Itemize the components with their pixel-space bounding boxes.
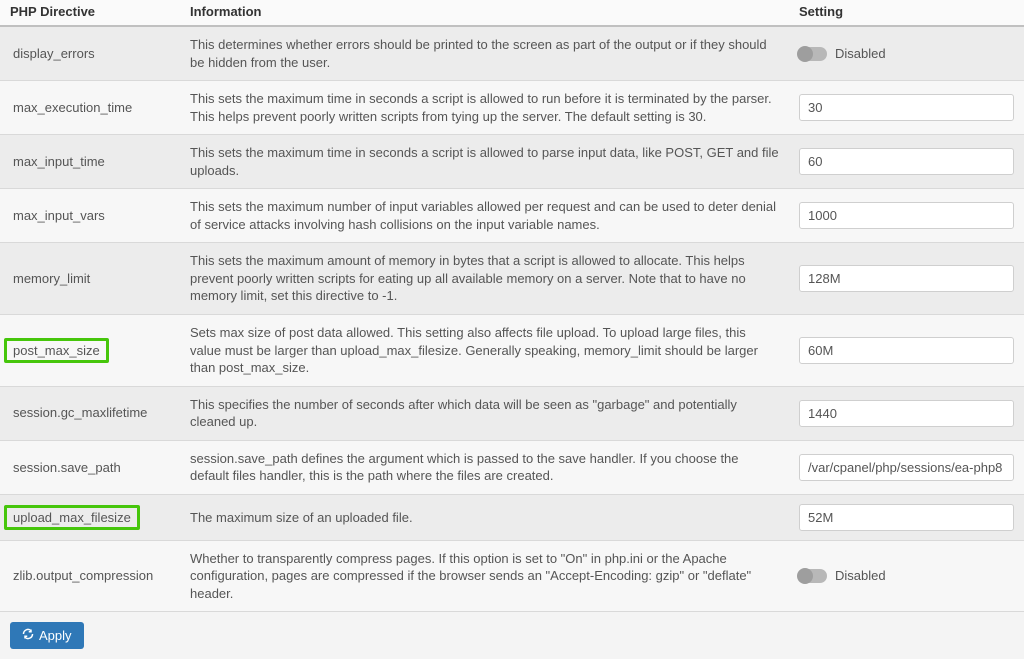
apply-button-label: Apply bbox=[39, 628, 72, 643]
directive-label: display_errors bbox=[10, 44, 98, 64]
directive-setting bbox=[789, 315, 1024, 387]
directive-label: upload_max_filesize bbox=[4, 505, 140, 531]
table-row: max_input_time This sets the maximum time… bbox=[0, 135, 1024, 189]
directive-label: max_input_vars bbox=[10, 206, 108, 226]
setting-input[interactable] bbox=[799, 94, 1014, 121]
directive-setting bbox=[789, 386, 1024, 440]
setting-input[interactable] bbox=[799, 454, 1014, 481]
toggle-label: Disabled bbox=[835, 45, 886, 63]
setting-input[interactable] bbox=[799, 504, 1014, 531]
directive-name: max_input_time bbox=[0, 135, 180, 189]
setting-input[interactable] bbox=[799, 337, 1014, 364]
directive-label: post_max_size bbox=[4, 338, 109, 364]
directive-setting bbox=[789, 440, 1024, 494]
php-directive-table: PHP Directive Information Setting displa… bbox=[0, 0, 1024, 612]
directive-info: session.save_path defines the argument w… bbox=[180, 440, 789, 494]
toggle-switch[interactable]: Disabled bbox=[799, 567, 1014, 585]
table-row: max_execution_time This sets the maximum … bbox=[0, 81, 1024, 135]
table-row: upload_max_filesize The maximum size of a… bbox=[0, 494, 1024, 540]
directive-info: This sets the maximum time in seconds a … bbox=[180, 81, 789, 135]
table-row: session.save_path session.save_path defin… bbox=[0, 440, 1024, 494]
table-row: post_max_size Sets max size of post data … bbox=[0, 315, 1024, 387]
setting-input[interactable] bbox=[799, 265, 1014, 292]
directive-info: This specifies the number of seconds aft… bbox=[180, 386, 789, 440]
setting-input[interactable] bbox=[799, 202, 1014, 229]
apply-bar: Apply bbox=[0, 612, 1024, 659]
directive-label: session.save_path bbox=[10, 458, 124, 478]
setting-input[interactable] bbox=[799, 400, 1014, 427]
toggle-switch[interactable]: Disabled bbox=[799, 45, 1014, 63]
directive-setting bbox=[789, 135, 1024, 189]
directive-name: max_execution_time bbox=[0, 81, 180, 135]
table-row: memory_limit This sets the maximum amount… bbox=[0, 243, 1024, 315]
directive-label: memory_limit bbox=[10, 269, 93, 289]
directive-info: The maximum size of an uploaded file. bbox=[180, 494, 789, 540]
directive-label: max_execution_time bbox=[10, 98, 135, 118]
directive-info: This sets the maximum number of input va… bbox=[180, 189, 789, 243]
header-directive: PHP Directive bbox=[0, 0, 180, 26]
refresh-icon bbox=[22, 628, 34, 643]
table-row: zlib.output_compression Whether to transp… bbox=[0, 540, 1024, 612]
directive-setting bbox=[789, 243, 1024, 315]
directive-name: post_max_size bbox=[0, 315, 180, 387]
directive-name: session.gc_maxlifetime bbox=[0, 386, 180, 440]
directive-setting: Disabled bbox=[789, 540, 1024, 612]
directive-setting bbox=[789, 81, 1024, 135]
directive-info: Sets max size of post data allowed. This… bbox=[180, 315, 789, 387]
header-setting: Setting bbox=[789, 0, 1024, 26]
directive-name: display_errors bbox=[0, 26, 180, 81]
table-row: session.gc_maxlifetime This specifies the… bbox=[0, 386, 1024, 440]
directive-setting bbox=[789, 189, 1024, 243]
directive-info: This sets the maximum amount of memory i… bbox=[180, 243, 789, 315]
directive-label: zlib.output_compression bbox=[10, 566, 156, 586]
toggle-knob-icon bbox=[799, 569, 827, 583]
directive-rows: display_errors This determines whether er… bbox=[0, 26, 1024, 612]
setting-input[interactable] bbox=[799, 148, 1014, 175]
table-row: display_errors This determines whether er… bbox=[0, 26, 1024, 81]
header-information: Information bbox=[180, 0, 789, 26]
directive-name: session.save_path bbox=[0, 440, 180, 494]
directive-info: Whether to transparently compress pages.… bbox=[180, 540, 789, 612]
table-row: max_input_vars This sets the maximum numb… bbox=[0, 189, 1024, 243]
directive-name: upload_max_filesize bbox=[0, 494, 180, 540]
toggle-label: Disabled bbox=[835, 567, 886, 585]
directive-setting bbox=[789, 494, 1024, 540]
directive-name: memory_limit bbox=[0, 243, 180, 315]
directive-label: max_input_time bbox=[10, 152, 108, 172]
directive-setting: Disabled bbox=[789, 26, 1024, 81]
directive-name: zlib.output_compression bbox=[0, 540, 180, 612]
toggle-knob-icon bbox=[799, 47, 827, 61]
directive-label: session.gc_maxlifetime bbox=[10, 403, 150, 423]
directive-info: This determines whether errors should be… bbox=[180, 26, 789, 81]
apply-button[interactable]: Apply bbox=[10, 622, 84, 649]
directive-info: This sets the maximum time in seconds a … bbox=[180, 135, 789, 189]
directive-name: max_input_vars bbox=[0, 189, 180, 243]
